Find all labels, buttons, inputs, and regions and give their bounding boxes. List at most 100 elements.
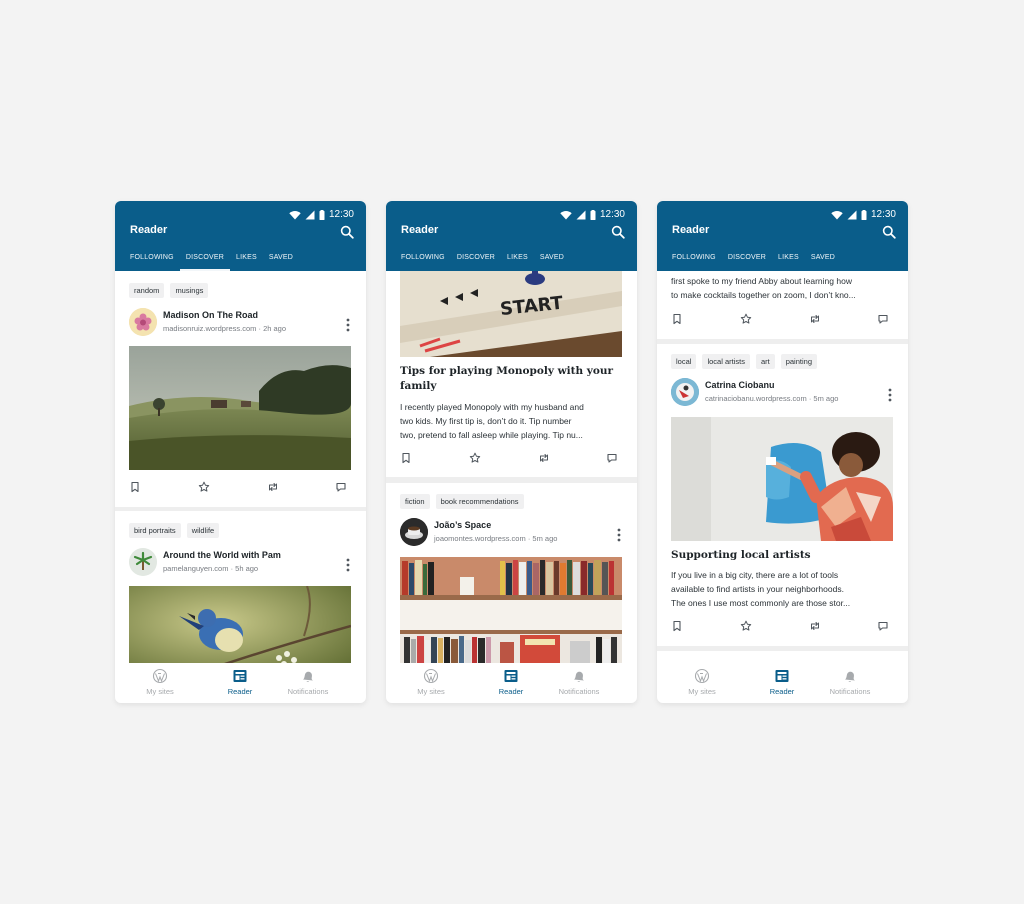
post-card[interactable]: bird portraits wildlife Around the World… xyxy=(115,511,366,663)
post-card[interactable]: local local artists art painting Catrina… xyxy=(657,344,908,646)
site-name[interactable]: Around the World with Pam xyxy=(163,550,281,560)
reader-icon xyxy=(232,668,248,684)
tab-discover[interactable]: DISCOVER xyxy=(451,249,501,271)
kebab-menu-icon[interactable] xyxy=(346,318,350,332)
tab-likes[interactable]: LIKES xyxy=(501,249,534,271)
post-featured-image[interactable] xyxy=(129,346,351,470)
site-name[interactable]: João’s Space xyxy=(434,520,491,530)
reblog-icon[interactable] xyxy=(809,620,821,632)
tab-likes[interactable]: LIKES xyxy=(772,249,805,271)
app-bar: 12:30 Reader FOLLOWING DISCOVER LIKES SA… xyxy=(386,201,637,271)
nav-my-sites[interactable]: My sites xyxy=(396,668,466,696)
comment-icon[interactable] xyxy=(877,620,889,632)
palm-avatar-image xyxy=(129,548,157,576)
nav-my-sites[interactable]: My sites xyxy=(667,668,737,696)
feed[interactable]: random musings Madison On The Road madis… xyxy=(115,271,366,663)
post-excerpt[interactable]: If you live in a big city, there are a l… xyxy=(671,568,895,610)
search-icon[interactable] xyxy=(611,225,625,239)
kebab-menu-icon[interactable] xyxy=(346,558,350,572)
post-title[interactable]: Tips for playing Monopoly with your fami… xyxy=(400,364,622,394)
post-card[interactable]: START Tips for playing Monopoly with you… xyxy=(386,271,637,477)
post-time: 2h ago xyxy=(263,324,287,333)
reblog-icon[interactable] xyxy=(809,313,821,325)
avatar[interactable] xyxy=(129,548,157,576)
avatar[interactable] xyxy=(671,378,699,406)
post-excerpt[interactable]: I recently played Monopoly with my husba… xyxy=(400,400,624,442)
tag-list: local local artists art painting xyxy=(671,354,817,369)
post-excerpt[interactable]: first spoke to my friend Abby about lear… xyxy=(671,274,895,302)
nav-reader[interactable]: Reader xyxy=(476,668,546,696)
nav-reader[interactable]: Reader xyxy=(205,668,275,696)
tag[interactable]: book recommendations xyxy=(435,494,524,509)
post-card[interactable]: first spoke to my friend Abby about lear… xyxy=(657,271,908,339)
nav-notifications[interactable]: Notifications xyxy=(273,668,343,696)
tag[interactable]: art xyxy=(755,354,775,369)
reblog-icon[interactable] xyxy=(538,452,550,464)
nav-my-sites[interactable]: My sites xyxy=(125,668,195,696)
excerpt-line: first spoke to my friend Abby about lear… xyxy=(671,276,852,286)
tab-discover[interactable]: DISCOVER xyxy=(722,249,772,271)
feed[interactable]: first spoke to my friend Abby about lear… xyxy=(657,271,908,663)
signal-icon xyxy=(576,210,586,220)
tab-saved[interactable]: SAVED xyxy=(534,249,570,271)
nav-reader[interactable]: Reader xyxy=(747,668,817,696)
status-time: 12:30 xyxy=(870,209,896,220)
star-icon[interactable] xyxy=(198,481,210,493)
tag[interactable]: musings xyxy=(170,283,209,298)
post-featured-image[interactable] xyxy=(400,557,622,663)
bookmark-icon[interactable] xyxy=(671,620,683,632)
post-featured-image[interactable] xyxy=(129,586,351,663)
nav-label: Reader xyxy=(498,687,524,696)
kebab-menu-icon[interactable] xyxy=(617,528,621,542)
app-bar: 12:30 Reader FOLLOWING DISCOVER LIKES SA… xyxy=(657,201,908,271)
tag[interactable]: local xyxy=(671,354,697,369)
tab-following[interactable]: FOLLOWING xyxy=(395,249,451,271)
bookmark-icon[interactable] xyxy=(671,313,683,325)
post-featured-image[interactable] xyxy=(671,417,893,541)
comment-icon[interactable] xyxy=(606,452,618,464)
tag[interactable]: local artists xyxy=(702,354,750,369)
excerpt-line: to make cocktails together on zoom, I do… xyxy=(671,290,856,300)
post-card[interactable]: random musings Madison On The Road madis… xyxy=(115,271,366,507)
tag[interactable]: random xyxy=(129,283,165,298)
search-icon[interactable] xyxy=(882,225,896,239)
post-card[interactable]: fiction book recommendations João’s Spac… xyxy=(386,483,637,663)
comment-icon[interactable] xyxy=(877,313,889,325)
post-title[interactable]: Supporting local artists xyxy=(671,548,893,563)
site-url: catrinaciobanu.wordpress.com xyxy=(705,394,807,403)
tag[interactable]: bird portraits xyxy=(129,523,181,538)
tab-saved[interactable]: SAVED xyxy=(805,249,841,271)
tab-saved[interactable]: SAVED xyxy=(263,249,299,271)
site-name[interactable]: Madison On The Road xyxy=(163,310,258,320)
post-card[interactable] xyxy=(657,651,908,663)
avatar[interactable] xyxy=(129,308,157,336)
kebab-menu-icon[interactable] xyxy=(888,388,892,402)
phone-screen-2: 12:30 Reader FOLLOWING DISCOVER LIKES SA… xyxy=(386,201,637,703)
bottom-navigation: My sites Reader Notifications xyxy=(115,663,366,703)
bookmark-icon[interactable] xyxy=(400,452,412,464)
comment-icon[interactable] xyxy=(335,481,347,493)
tab-likes[interactable]: LIKES xyxy=(230,249,263,271)
tag[interactable]: painting xyxy=(780,354,817,369)
tab-following[interactable]: FOLLOWING xyxy=(124,249,180,271)
bookshelf-image xyxy=(400,557,622,663)
tab-following[interactable]: FOLLOWING xyxy=(666,249,722,271)
star-icon[interactable] xyxy=(469,452,481,464)
artist-avatar-image xyxy=(671,378,699,406)
site-name[interactable]: Catrina Ciobanu xyxy=(705,380,775,390)
reblog-icon[interactable] xyxy=(267,481,279,493)
feed[interactable]: START Tips for playing Monopoly with you… xyxy=(386,271,637,663)
search-icon[interactable] xyxy=(340,225,354,239)
tag[interactable]: wildlife xyxy=(186,523,220,538)
post-featured-image[interactable]: START xyxy=(400,271,622,357)
nav-notifications[interactable]: Notifications xyxy=(815,668,885,696)
tag[interactable]: fiction xyxy=(400,494,430,509)
avatar[interactable] xyxy=(400,518,428,546)
tab-discover[interactable]: DISCOVER xyxy=(179,249,230,271)
star-icon[interactable] xyxy=(740,620,752,632)
nav-notifications[interactable]: Notifications xyxy=(544,668,614,696)
landscape-image xyxy=(129,346,351,470)
star-icon[interactable] xyxy=(740,313,752,325)
bookmark-icon[interactable] xyxy=(129,481,141,493)
nav-label: Notifications xyxy=(287,687,329,696)
